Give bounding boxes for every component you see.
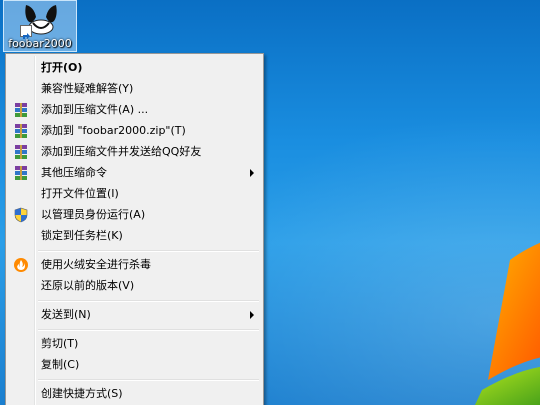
- menu-item-add-and-send-qq[interactable]: 添加到压缩文件并发送给QQ好友: [8, 141, 261, 162]
- menu-item-label: 添加到压缩文件并发送给QQ好友: [41, 145, 202, 158]
- windows-logo-wallpaper: [475, 242, 540, 405]
- menu-item-label: 剪切(T): [41, 337, 79, 350]
- menu-item-send-to[interactable]: 发送到(N): [8, 304, 261, 325]
- desktop: foobar2000 打开(O) 兼容性疑难解答(Y) 添加到压缩文件(A) .…: [0, 0, 540, 405]
- winrar-icon: [15, 103, 27, 117]
- uac-shield-icon: [14, 207, 28, 223]
- menu-item-huorong-scan[interactable]: 使用火绒安全进行杀毒: [8, 254, 261, 275]
- menu-separator: [38, 329, 259, 331]
- menu-item-label: 以管理员身份运行(A): [41, 208, 146, 221]
- menu-item-compat-troubleshoot[interactable]: 兼容性疑难解答(Y): [8, 78, 261, 99]
- menu-item-label: 兼容性疑难解答(Y): [41, 82, 134, 95]
- submenu-arrow-icon: [250, 311, 254, 319]
- menu-separator: [38, 379, 259, 381]
- menu-item-open[interactable]: 打开(O): [8, 57, 261, 78]
- winrar-icon: [15, 124, 27, 138]
- menu-item-label: 创建快捷方式(S): [41, 387, 123, 400]
- menu-item-label: 打开文件位置(I): [41, 187, 119, 200]
- menu-item-copy[interactable]: 复制(C): [8, 354, 261, 375]
- menu-item-label: 使用火绒安全进行杀毒: [41, 258, 151, 271]
- foobar2000-shortcut[interactable]: foobar2000: [3, 0, 77, 52]
- menu-item-label: 复制(C): [41, 358, 80, 371]
- menu-item-label: 添加到 "foobar2000.zip"(T): [41, 124, 186, 137]
- winrar-icon: [15, 166, 27, 180]
- menu-item-add-to-archive[interactable]: 添加到压缩文件(A) ...: [8, 99, 261, 120]
- menu-item-other-compress[interactable]: 其他压缩命令: [8, 162, 261, 183]
- winrar-icon: [15, 145, 27, 159]
- menu-item-label: 打开(O): [41, 61, 83, 74]
- menu-separator: [38, 250, 259, 252]
- shortcut-label: foobar2000: [8, 37, 72, 50]
- menu-item-run-as-admin[interactable]: 以管理员身份运行(A): [8, 204, 261, 225]
- menu-item-label: 发送到(N): [41, 308, 91, 321]
- menu-item-restore-versions[interactable]: 还原以前的版本(V): [8, 275, 261, 296]
- menu-separator: [38, 300, 259, 302]
- menu-item-add-to-zip[interactable]: 添加到 "foobar2000.zip"(T): [8, 120, 261, 141]
- shortcut-arrow-icon: [20, 25, 32, 39]
- menu-item-pin-taskbar[interactable]: 锁定到任务栏(K): [8, 225, 261, 246]
- menu-item-label: 还原以前的版本(V): [41, 279, 135, 292]
- menu-item-label: 锁定到任务栏(K): [41, 229, 123, 242]
- menu-item-open-location[interactable]: 打开文件位置(I): [8, 183, 261, 204]
- menu-item-create-shortcut[interactable]: 创建快捷方式(S): [8, 383, 261, 404]
- menu-item-label: 添加到压缩文件(A) ...: [41, 103, 149, 116]
- menu-item-cut[interactable]: 剪切(T): [8, 333, 261, 354]
- context-menu: 打开(O) 兼容性疑难解答(Y) 添加到压缩文件(A) ... 添加到 "foo…: [5, 53, 264, 405]
- submenu-arrow-icon: [250, 169, 254, 177]
- menu-item-label: 其他压缩命令: [41, 166, 107, 179]
- huorong-icon: [14, 258, 28, 272]
